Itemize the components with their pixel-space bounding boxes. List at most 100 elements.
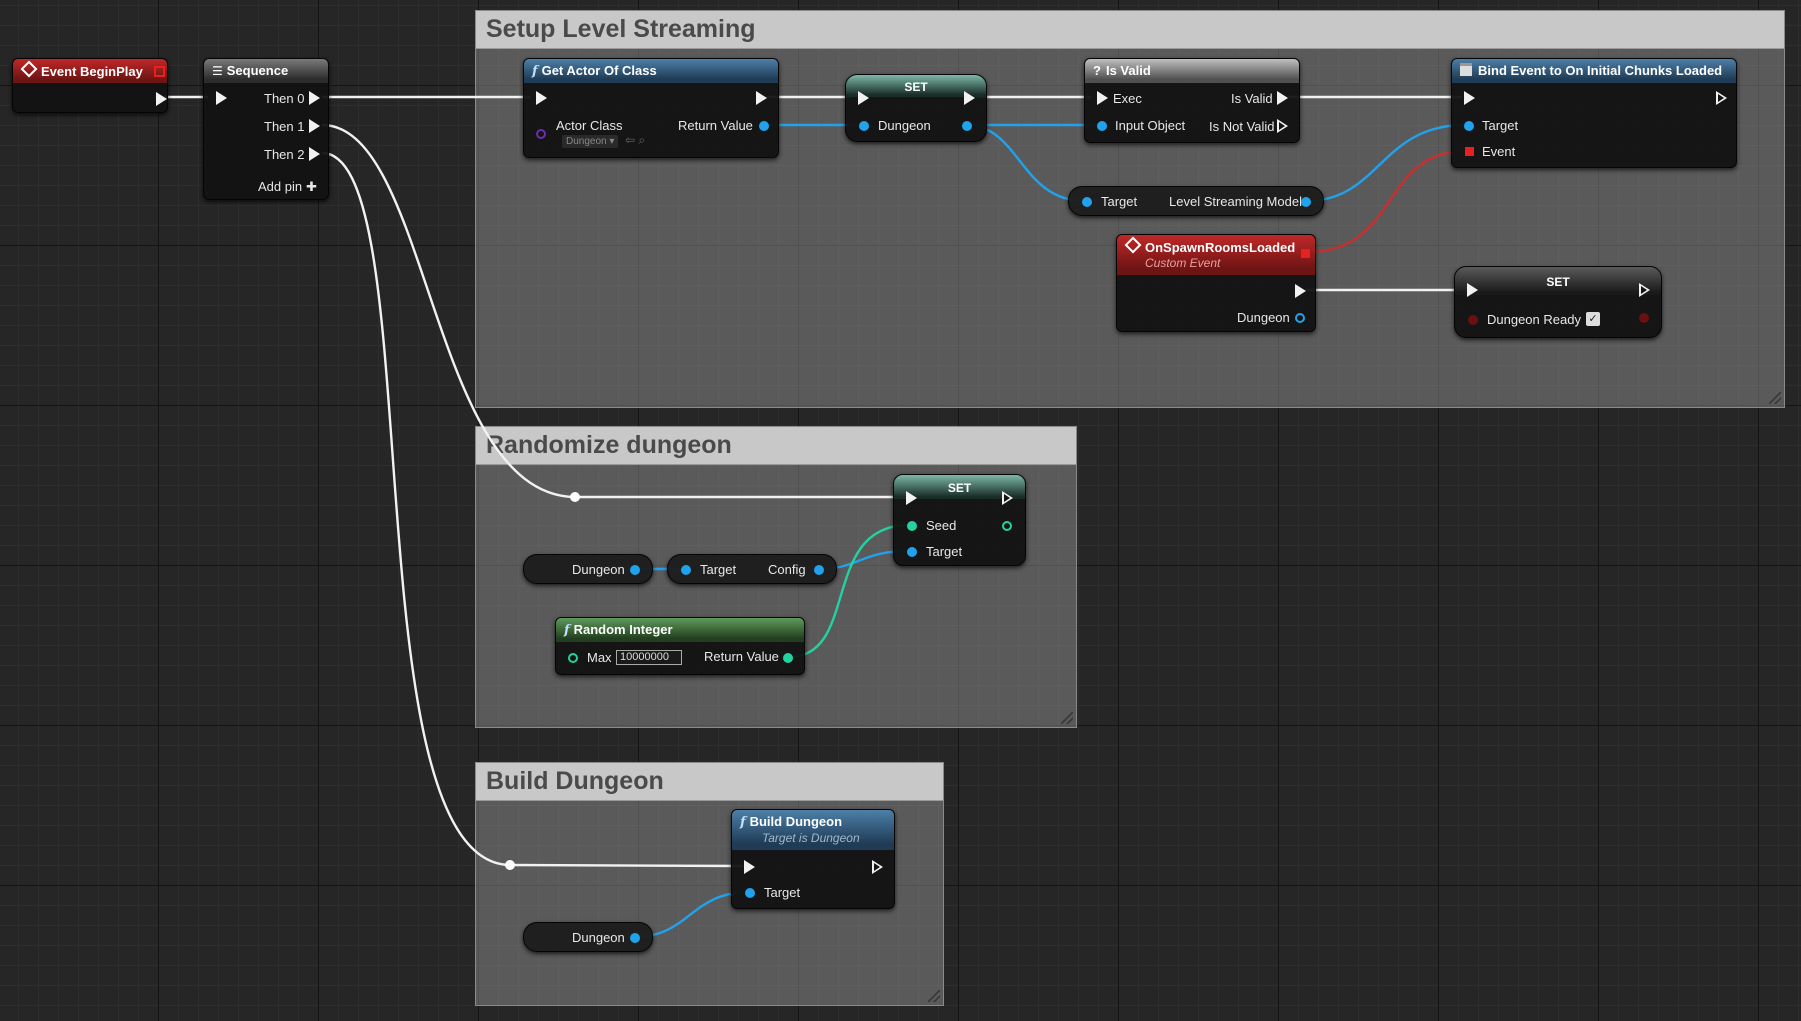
exec-output-pin[interactable] [756, 91, 767, 105]
resize-grip[interactable] [928, 990, 940, 1002]
delegate-output-pin[interactable] [154, 66, 165, 77]
node-is-valid[interactable]: ? Is Valid Exec Is Valid Input Object Is … [1084, 58, 1300, 143]
exec-output-pin[interactable] [872, 860, 883, 874]
node-sequence[interactable]: ☰ Sequence Then 0 Then 1 Then 2 Add pin ✚ [203, 58, 329, 200]
config-output-pin[interactable] [814, 565, 824, 575]
level-streaming-model-pin[interactable] [1301, 197, 1311, 207]
pin-label: Dungeon [878, 118, 931, 133]
node-config-getter[interactable]: Target Config [667, 554, 837, 584]
pin-label: Target [700, 562, 737, 577]
dungeon-ready-output-pin[interactable] [1639, 313, 1649, 323]
exec-input-pin[interactable] [216, 91, 227, 105]
exec-output-pin[interactable] [1295, 284, 1306, 298]
target-pin[interactable] [1082, 197, 1092, 207]
pin-label: Add pin [258, 179, 303, 194]
exec-output-pin[interactable] [1002, 491, 1013, 505]
node-build-dungeon[interactable]: f Build Dungeon Target is Dungeon Target [731, 809, 895, 909]
max-input-pin[interactable] [568, 653, 578, 663]
node-on-spawn-rooms-loaded[interactable]: OnSpawnRoomsLoaded Custom Event Dungeon [1116, 234, 1316, 332]
node-header[interactable]: OnSpawnRoomsLoaded Custom Event [1117, 235, 1315, 275]
node-subtitle: Custom Event [1145, 256, 1221, 270]
pin-label: Then 1 [264, 119, 305, 134]
exec-input-pin[interactable] [1464, 91, 1475, 105]
dungeon-output-pin[interactable] [630, 565, 640, 575]
return-value-pin[interactable] [783, 653, 793, 663]
pin-label: Target [764, 885, 801, 900]
delegate-output-pin[interactable] [1301, 249, 1310, 258]
pin-label: Then 0 [264, 91, 305, 106]
pin-label: Actor Class [556, 118, 623, 133]
pin-label: Is Not Valid [1209, 119, 1275, 134]
node-set-dungeon-ready[interactable]: SET Dungeon Ready ✓ [1454, 266, 1662, 338]
resize-grip[interactable] [1061, 712, 1073, 724]
function-icon: f [740, 815, 746, 830]
pin-label: Max [587, 650, 612, 665]
node-get-actor-of-class[interactable]: f Get Actor Of Class Actor Class Dungeon … [523, 58, 779, 158]
node-dungeon-variable[interactable]: Dungeon [523, 554, 653, 584]
event-icon [1124, 236, 1142, 254]
node-header[interactable]: f Get Actor Of Class [524, 59, 778, 83]
seed-input-pin[interactable] [907, 521, 917, 531]
actor-class-dropdown[interactable]: Dungeon ▾ [562, 135, 619, 148]
exec-output-pin[interactable] [964, 91, 975, 105]
dungeon-output-pin[interactable] [1295, 313, 1305, 323]
dungeon-ready-input-pin[interactable] [1468, 315, 1478, 325]
exec-input-pin[interactable] [536, 91, 547, 105]
is-valid-pin[interactable] [1277, 91, 1288, 105]
then-1-pin[interactable] [309, 119, 320, 133]
node-set-seed[interactable]: SET Seed Target [893, 474, 1026, 566]
pin-label: Return Value [678, 118, 753, 133]
pin-label: Return Value [704, 649, 779, 664]
input-object-pin[interactable] [1097, 121, 1107, 131]
dungeon-output-pin[interactable] [630, 933, 640, 943]
return-value-pin[interactable] [759, 121, 769, 131]
node-bind-event[interactable]: Bind Event to On Initial Chunks Loaded T… [1451, 58, 1737, 168]
comment-title[interactable]: Randomize dungeon [476, 427, 1076, 465]
comment-title[interactable]: Build Dungeon [476, 763, 943, 801]
bind-event-icon [1460, 63, 1472, 76]
then-0-pin[interactable] [309, 91, 320, 105]
node-header[interactable]: ? Is Valid [1085, 59, 1299, 83]
browse-icons[interactable]: ⇦ ⌕ [625, 133, 645, 148]
node-level-streaming-model-getter[interactable]: Target Level Streaming Model [1068, 186, 1324, 216]
sequence-icon: ☰ [212, 64, 223, 78]
node-event-begin-play[interactable]: Event BeginPlay [12, 58, 168, 113]
max-value-input[interactable]: 10000000 [616, 650, 682, 665]
seed-output-pin[interactable] [1002, 521, 1012, 531]
node-set-dungeon[interactable]: SET Dungeon [845, 74, 987, 142]
target-pin[interactable] [745, 888, 755, 898]
dungeon-ready-checkbox[interactable]: ✓ [1586, 312, 1600, 326]
dungeon-input-pin[interactable] [859, 121, 869, 131]
pin-label: Target [1482, 118, 1519, 133]
node-header[interactable]: Bind Event to On Initial Chunks Loaded [1452, 59, 1736, 83]
node-dungeon-variable[interactable]: Dungeon [523, 922, 653, 952]
exec-output-pin[interactable] [1716, 91, 1727, 105]
exec-output-pin[interactable] [156, 92, 167, 106]
exec-input-pin[interactable] [1097, 91, 1108, 105]
exec-input-pin[interactable] [858, 91, 869, 105]
target-pin[interactable] [1464, 121, 1474, 131]
event-delegate-pin[interactable] [1465, 147, 1474, 156]
node-header[interactable]: f Build Dungeon Target is Dungeon [732, 810, 894, 850]
target-pin[interactable] [681, 565, 691, 575]
node-header[interactable]: ☰ Sequence [204, 59, 328, 83]
resize-grip[interactable] [1769, 392, 1781, 404]
exec-input-pin[interactable] [744, 860, 755, 874]
then-2-pin[interactable] [309, 147, 320, 161]
node-subtitle: Target is Dungeon [762, 831, 860, 845]
exec-output-pin[interactable] [1639, 283, 1650, 297]
exec-input-pin[interactable] [1467, 283, 1478, 297]
exec-input-pin[interactable] [906, 491, 917, 505]
actor-class-pin[interactable] [536, 129, 546, 139]
node-random-integer[interactable]: f Random Integer Max 10000000 Return Valu… [555, 617, 805, 675]
event-icon [20, 60, 38, 78]
node-header[interactable]: f Random Integer [556, 618, 804, 642]
node-header[interactable]: Event BeginPlay [13, 59, 167, 83]
is-not-valid-pin[interactable] [1277, 119, 1288, 133]
target-input-pin[interactable] [907, 547, 917, 557]
add-pin-button[interactable]: Add pin ✚ [258, 179, 317, 195]
comment-title[interactable]: Setup Level Streaming [476, 11, 1784, 49]
node-header[interactable]: SET [1455, 267, 1661, 295]
dungeon-output-pin[interactable] [962, 121, 972, 131]
pin-label: Input Object [1115, 118, 1186, 133]
